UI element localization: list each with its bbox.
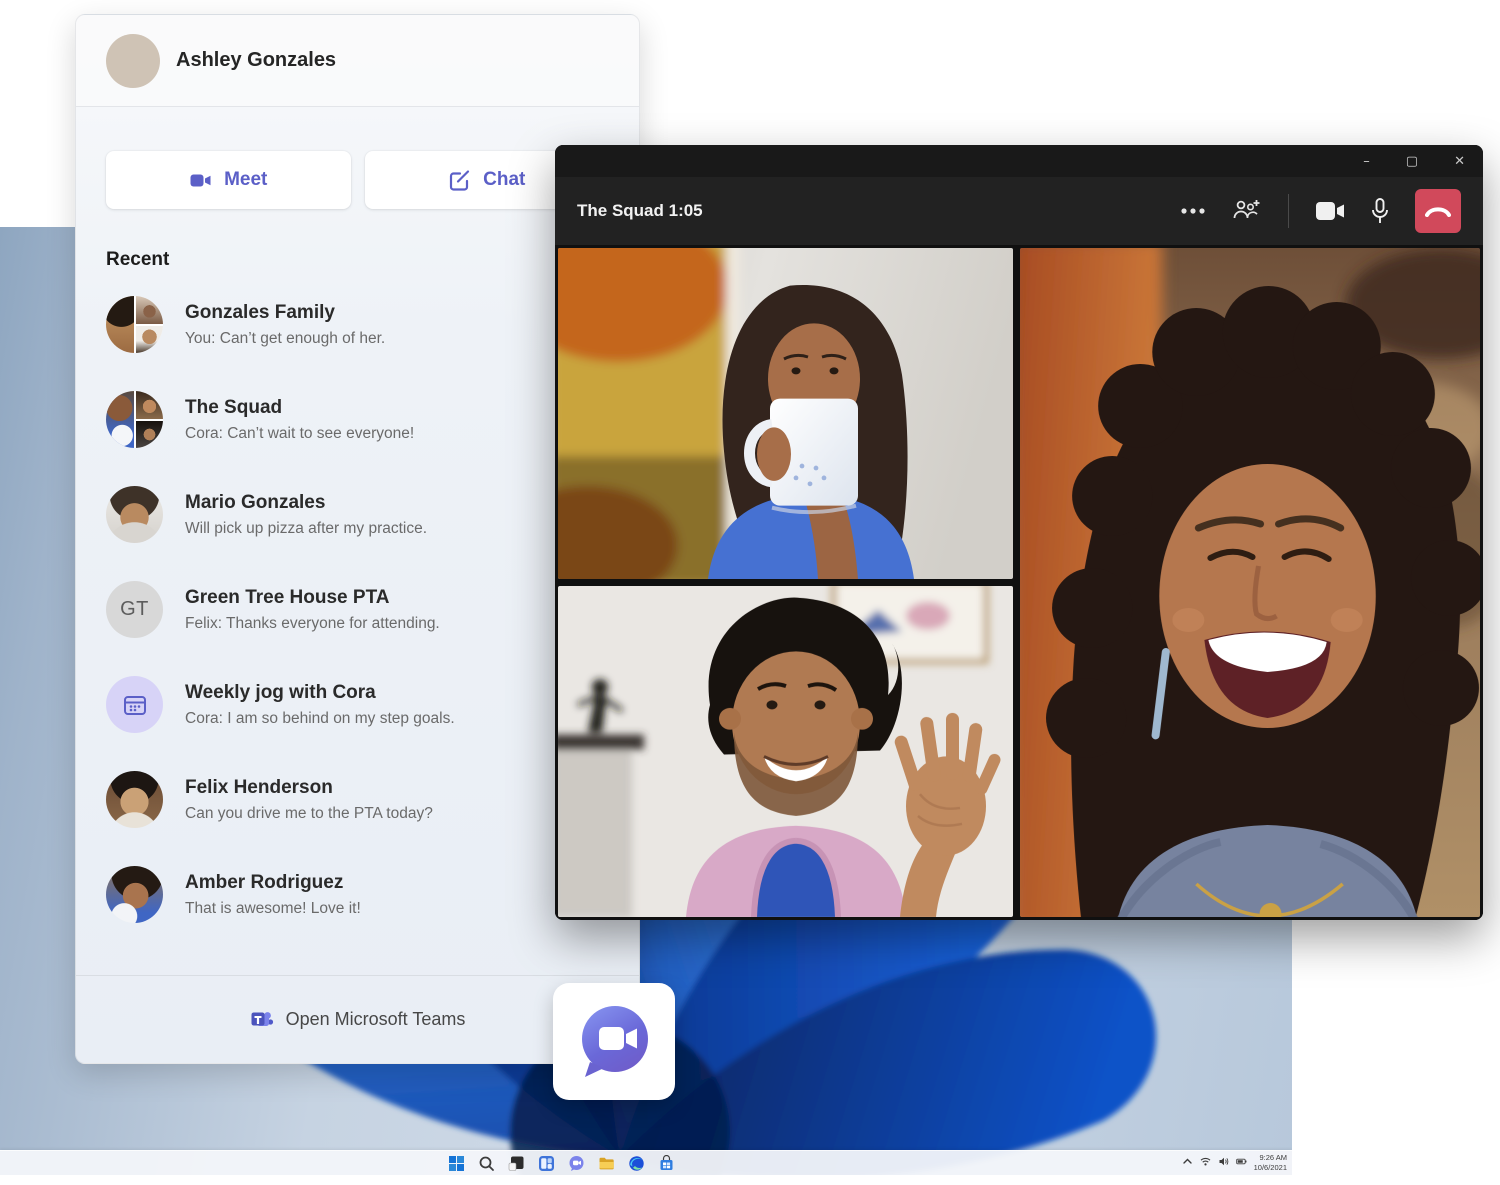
search-icon[interactable]: [477, 1154, 495, 1172]
controls-divider: [1288, 194, 1289, 228]
user-name: Ashley Gonzales: [176, 49, 336, 72]
conversation-name: Green Tree House PTA: [185, 587, 440, 609]
tray-date: 10/6/2021: [1254, 1163, 1287, 1173]
store-icon[interactable]: [657, 1154, 675, 1172]
battery-icon[interactable]: [1236, 1154, 1247, 1172]
call-controls-bar: The Squad 1:05: [555, 177, 1483, 245]
system-tray: 9:26 AM 10/6/2021: [1182, 1151, 1287, 1175]
hang-up-icon: [1425, 205, 1451, 217]
hang-up-button[interactable]: [1415, 189, 1461, 233]
conversation-name: Gonzales Family: [185, 302, 385, 324]
conversation-name: Mario Gonzales: [185, 492, 427, 514]
call-title: The Squad 1:05: [577, 201, 703, 221]
add-people-icon[interactable]: [1232, 198, 1262, 224]
file-explorer-icon[interactable]: [597, 1154, 615, 1172]
conversation-preview: That is awesome! Love it!: [185, 900, 361, 918]
chat-bubble-camera-icon: [572, 1000, 656, 1084]
tray-time: 9:26 AM: [1254, 1153, 1287, 1163]
hidden-icons-chevron[interactable]: [1182, 1154, 1193, 1172]
chat-fab-tile[interactable]: [553, 983, 675, 1100]
tray-clock[interactable]: 9:26 AM 10/6/2021: [1254, 1153, 1287, 1173]
open-teams-label: Open Microsoft Teams: [286, 1009, 466, 1030]
conversation-name: Amber Rodriguez: [185, 872, 361, 894]
video-tile-participant-3[interactable]: [1020, 248, 1480, 917]
calendar-avatar: [106, 676, 163, 733]
quick-actions: Meet Chat: [106, 151, 609, 209]
teams-chat-icon[interactable]: [567, 1154, 585, 1172]
contact-avatar: [106, 771, 163, 828]
contact-avatar: [106, 866, 163, 923]
wifi-icon[interactable]: [1200, 1154, 1211, 1172]
close-button[interactable]: ✕: [1454, 155, 1465, 168]
camera-on-icon[interactable]: [1315, 200, 1345, 222]
contact-avatar: [106, 486, 163, 543]
calendar-icon: [122, 692, 148, 718]
widgets-icon[interactable]: [537, 1154, 555, 1172]
minimize-button[interactable]: –: [1363, 155, 1370, 168]
user-avatar[interactable]: [106, 34, 160, 88]
meet-button-label: Meet: [224, 169, 267, 191]
volume-icon[interactable]: [1218, 1154, 1229, 1172]
start-button-icon[interactable]: [447, 1154, 465, 1172]
conversation-preview: Will pick up pizza after my practice.: [185, 520, 427, 538]
compose-icon: [448, 169, 471, 192]
video-camera-icon: [189, 169, 212, 192]
conversation-preview: Cora: I am so behind on my step goals.: [185, 710, 455, 728]
participant-3-video: [1020, 248, 1480, 917]
chat-button-label: Chat: [483, 169, 525, 191]
group-avatar: [106, 296, 163, 353]
conversation-preview: Cora: Can’t wait to see everyone!: [185, 425, 414, 443]
conversation-preview: Felix: Thanks everyone for attending.: [185, 615, 440, 633]
group-avatar: [106, 391, 163, 448]
conversation-name: Weekly jog with Cora: [185, 682, 455, 704]
participant-1-video: [558, 248, 1013, 579]
taskbar-icons: [447, 1151, 675, 1175]
video-tile-participant-1[interactable]: [558, 248, 1013, 579]
initials-avatar: GT: [106, 581, 163, 638]
conversation-preview: Can you drive me to the PTA today?: [185, 805, 433, 823]
more-options-icon[interactable]: [1180, 207, 1206, 215]
meet-button[interactable]: Meet: [106, 151, 351, 209]
task-view-icon[interactable]: [507, 1154, 525, 1172]
microphone-icon[interactable]: [1371, 198, 1389, 225]
video-grid: [555, 245, 1483, 920]
participant-2-video: [558, 586, 1013, 917]
chat-panel-header: Ashley Gonzales: [76, 15, 639, 107]
teams-logo-icon: [250, 1008, 274, 1032]
maximize-button[interactable]: ▢: [1406, 155, 1418, 168]
avatar-initials: GT: [120, 598, 149, 621]
call-window-titlebar: – ▢ ✕: [555, 145, 1483, 177]
conversation-name: Felix Henderson: [185, 777, 433, 799]
conversation-name: The Squad: [185, 397, 414, 419]
taskbar: 9:26 AM 10/6/2021: [0, 1150, 1292, 1175]
teams-call-window: – ▢ ✕ The Squad 1:05: [555, 145, 1483, 920]
video-tile-participant-2[interactable]: [558, 586, 1013, 917]
conversation-preview: You: Can’t get enough of her.: [185, 330, 385, 348]
screen: 9:26 AM 10/6/2021 Ashley Gonzales Meet C…: [0, 0, 1500, 1185]
edge-icon[interactable]: [627, 1154, 645, 1172]
